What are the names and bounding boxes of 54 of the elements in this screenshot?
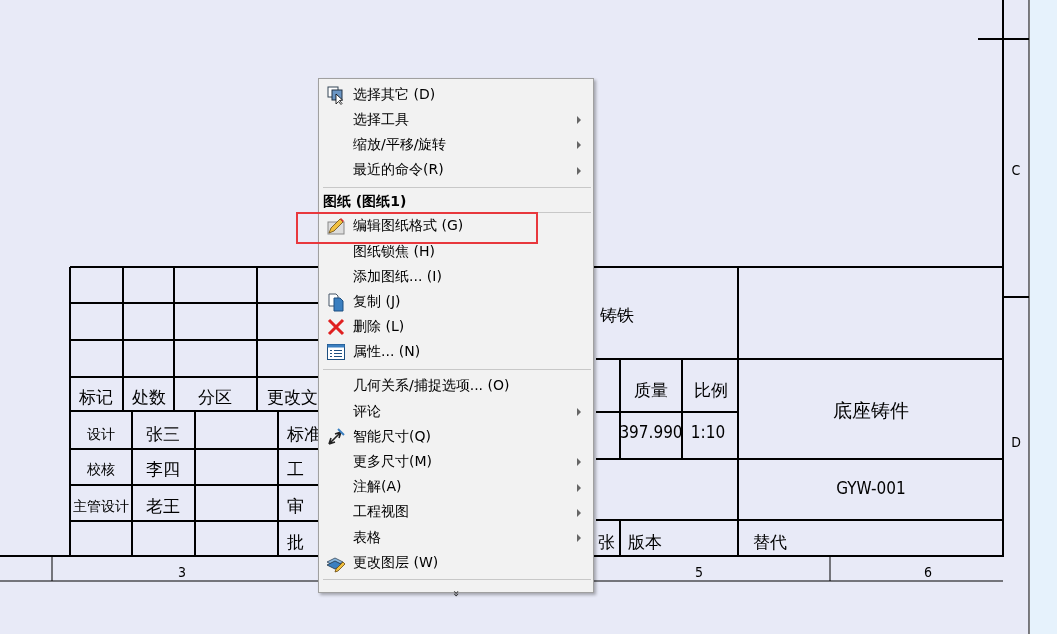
menu-item[interactable]: 编辑图纸格式 (G) — [353, 217, 464, 236]
menu-item[interactable]: 评论 — [353, 402, 381, 421]
table-cell-text: 审 — [287, 496, 304, 516]
pencil-sheet-icon — [326, 216, 346, 237]
table-cell-text: 设计 — [87, 426, 115, 442]
menu-item[interactable]: 最近的命令(R) — [353, 161, 444, 180]
table-cell-text: 更改文 — [266, 387, 318, 407]
menu-section-header: 图纸 (图纸1) — [319, 191, 591, 213]
zone-letter: C — [1011, 162, 1021, 178]
table-cell-text: 张三 — [146, 424, 180, 444]
menu-item[interactable]: 缩放/平移/旋转 — [353, 135, 447, 154]
menu-item[interactable]: 删除 (L) — [353, 318, 405, 337]
table-cell-text: 替代 — [753, 532, 787, 552]
cursor-boxes-icon — [326, 84, 346, 105]
menu-item[interactable]: 更改图层 (W) — [353, 553, 439, 572]
menu-item[interactable]: 注解(A) — [353, 478, 402, 497]
menu-item[interactable]: 图纸锁焦 (H) — [353, 242, 435, 261]
menu-item[interactable]: 更多尺寸(M) — [353, 453, 432, 472]
table-cell-text: 批 — [287, 532, 304, 552]
table-cell-text: 分区 — [198, 387, 232, 407]
dimension-icon — [326, 426, 346, 447]
zone-number: 3 — [178, 564, 186, 580]
delete-icon — [326, 317, 346, 338]
menu-item[interactable]: 工程视图 — [353, 503, 409, 522]
table-cell-text: 李四 — [146, 459, 180, 479]
table-cell-text: 版本 — [628, 532, 662, 552]
menu-item[interactable]: 复制 (J) — [353, 292, 401, 311]
zone-letter: D — [1011, 434, 1021, 450]
menu-item[interactable]: 智能尺寸(Q) — [353, 427, 431, 446]
table-cell-text: 标记 — [79, 387, 113, 407]
table-cell-text: 校核 — [87, 461, 115, 477]
menu-item[interactable]: 选择其它 (D) — [353, 85, 436, 104]
table-cell-text: 处数 — [132, 387, 166, 407]
table-cell-text: 质量 — [634, 380, 668, 400]
part-name: 底座铸件 — [833, 399, 909, 421]
zone-number: 5 — [695, 564, 703, 580]
menu-item[interactable]: 几何关系/捕捉选项... (O) — [353, 377, 510, 396]
menu-item[interactable]: 属性... (N) — [353, 343, 421, 362]
table-cell-text: 比例 — [694, 380, 728, 400]
table-cell-text: 1:10 — [690, 422, 726, 442]
table-cell-text: 老王 — [146, 496, 180, 516]
menu-item[interactable]: 表格 — [353, 528, 381, 547]
table-cell-text: 张 — [598, 532, 615, 552]
table-cell-text: 铸铁 — [600, 305, 634, 325]
table-cell-text: 工 — [287, 459, 304, 479]
list-icon — [326, 342, 346, 363]
drawing-number: GYW-001 — [836, 478, 906, 498]
table-cell-text: 主管设计 — [73, 498, 129, 514]
menu-item[interactable]: 选择工具 — [353, 110, 409, 129]
copy-icon — [326, 291, 346, 312]
table-cell-text: 397.990 — [619, 422, 683, 442]
menu-item[interactable]: 添加图纸... (I) — [353, 267, 442, 286]
zone-number: 6 — [924, 564, 932, 580]
expand-menu-button[interactable]: » — [449, 590, 463, 597]
